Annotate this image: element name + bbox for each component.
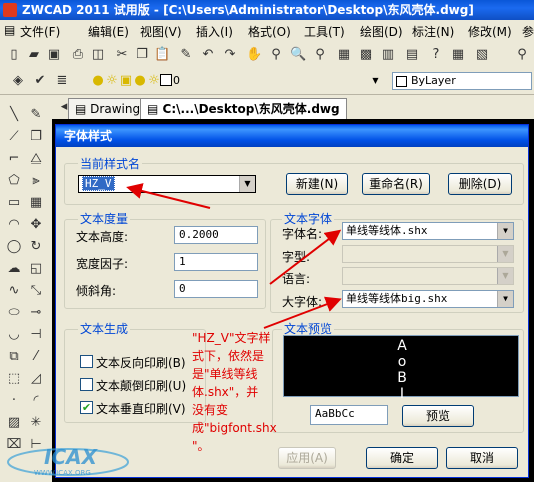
arrow-to-font-name	[269, 229, 342, 285]
arrow-to-bigfont	[263, 296, 342, 329]
watermark-text: ICAX	[44, 445, 99, 469]
icax-logo-icon: ICAX WWW.ICAX.ORG	[7, 445, 129, 477]
annotation-arrows	[126, 183, 342, 329]
watermark-site: WWW.ICAX.ORG	[34, 469, 91, 477]
icax-watermark-logo: ICAX WWW.ICAX.ORG	[4, 442, 132, 478]
arrow-to-style-name	[126, 183, 211, 209]
